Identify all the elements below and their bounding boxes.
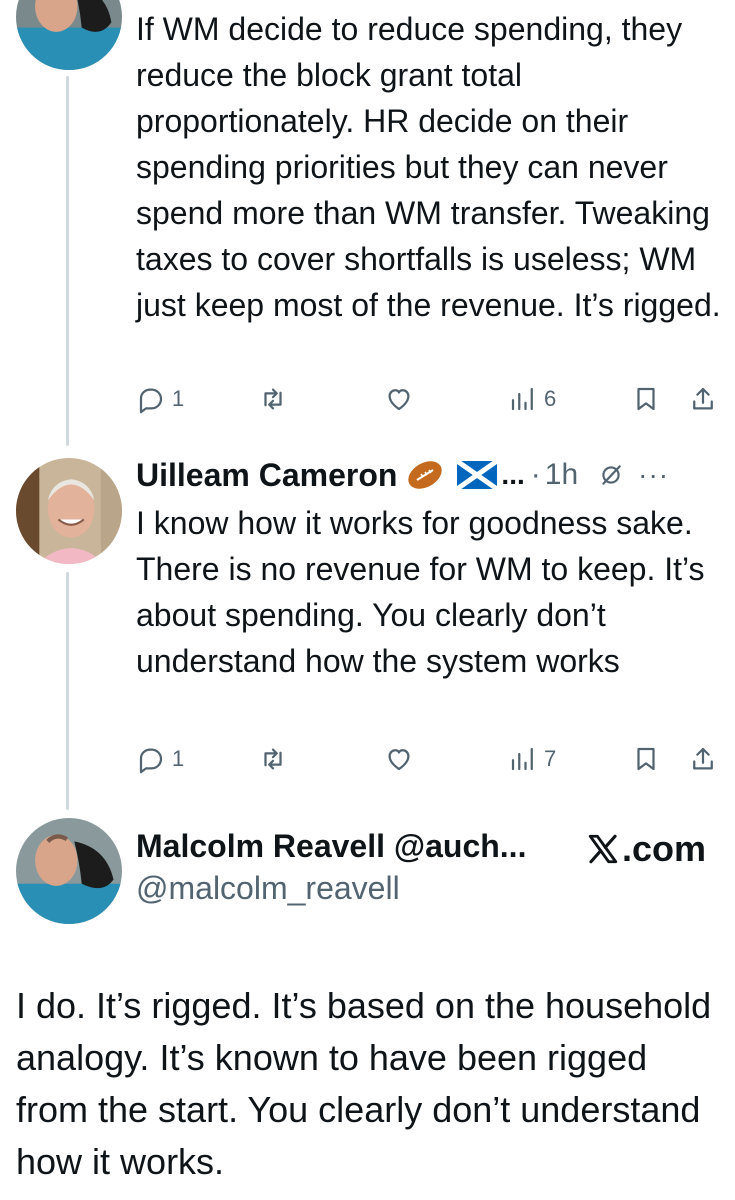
retweet-button[interactable]	[258, 384, 288, 414]
name-truncation: ...	[501, 459, 525, 490]
x-logo-icon	[588, 834, 618, 864]
tweet-actions: 1 7	[136, 744, 721, 784]
reply-button[interactable]: 1	[136, 384, 184, 414]
timestamp[interactable]: 1h	[545, 458, 578, 492]
reply-button[interactable]: 1	[136, 744, 184, 774]
reply-count: 1	[172, 746, 185, 771]
rugby-ball-icon	[405, 458, 445, 492]
heart-icon	[388, 389, 410, 411]
retweet-icon	[264, 388, 282, 410]
share-icon	[693, 747, 713, 770]
avatar-image-malcolm	[16, 818, 122, 924]
tweet-header: Uilleam Cameron ... · 1h ···	[136, 452, 721, 498]
views-button[interactable]: 7	[508, 744, 556, 774]
x-com-label: .com	[622, 828, 707, 869]
like-button[interactable]	[384, 384, 414, 414]
avatar[interactable]	[16, 458, 122, 564]
separator: ·	[530, 458, 541, 491]
share-icon	[693, 387, 713, 410]
avatar-image-malcolm	[16, 0, 122, 70]
tweet-text: If WM decide to reduce spending, they re…	[136, 11, 721, 323]
retweet-icon	[264, 748, 282, 770]
reply-icon	[139, 388, 163, 414]
views-button[interactable]: 6	[508, 384, 556, 414]
tweet-actions: 1 6	[136, 384, 721, 424]
scotland-flag-icon	[457, 461, 498, 489]
share-button[interactable]	[688, 384, 718, 414]
x-com-watermark: .com	[586, 828, 706, 870]
author-name[interactable]: Uilleam Cameron	[136, 457, 397, 494]
view-count: 6	[544, 386, 557, 411]
grok-icon[interactable]	[598, 462, 624, 488]
tweet-text: I know how it works for goodness sake. T…	[136, 505, 705, 679]
reply-icon	[139, 748, 163, 774]
more-icon[interactable]: ···	[638, 461, 669, 489]
quote-author-handle[interactable]: @malcolm_reavell	[136, 870, 400, 907]
bookmark-button[interactable]	[631, 384, 661, 414]
thread-line-2	[66, 572, 69, 810]
reply-count: 1	[172, 386, 185, 411]
heart-icon	[388, 749, 410, 771]
avatar[interactable]	[16, 0, 122, 70]
quote-text: I do. It’s rigged. It’s based on the hou…	[16, 985, 712, 1182]
view-count: 7	[544, 746, 557, 771]
share-button[interactable]	[688, 744, 718, 774]
bookmark-button[interactable]	[631, 744, 661, 774]
views-icon	[511, 747, 533, 771]
avatar[interactable]	[16, 818, 122, 924]
thread-line-1	[66, 76, 69, 446]
views-icon	[511, 387, 533, 411]
bookmark-icon	[637, 747, 655, 771]
quote-author-name[interactable]: Malcolm Reavell @auch...	[136, 828, 526, 865]
like-button[interactable]	[384, 744, 414, 774]
retweet-button[interactable]	[258, 744, 288, 774]
avatar-image-uilleam	[16, 458, 122, 564]
bookmark-icon	[637, 387, 655, 411]
